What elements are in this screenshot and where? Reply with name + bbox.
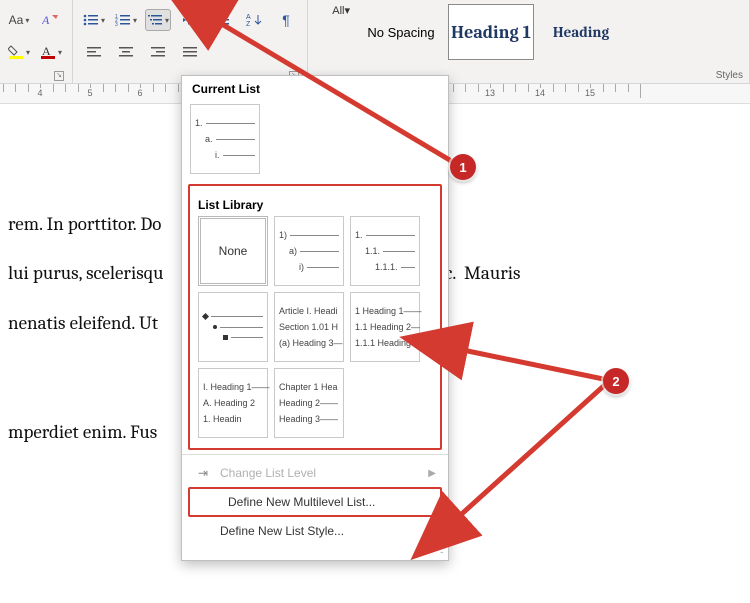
list-library-section: List Library None1)a)i)1.1.1.1.1.1.Artic… [188,184,442,450]
svg-text:A: A [42,13,50,27]
chevron-down-icon: ▾ [25,16,29,25]
multilevel-list-icon [147,13,163,27]
increase-indent-button[interactable] [209,9,235,31]
change-list-level-item: ⇥ Change List Level ▶ [182,459,448,487]
paragraph-group: ▾ 123▾ ▾ AZ ¶ [73,0,308,83]
list-library-thumb-1[interactable]: 1)a)i) [274,216,344,286]
change-case-label: Aa [9,13,24,27]
list-library-thumb-7[interactable]: Chapter 1 HeaHeading 2——Heading 3—— [274,368,344,438]
list-library-thumb-5[interactable]: 1 Heading 1——1.1 Heading 2—1.1.1 Heading [350,292,420,362]
show-marks-button[interactable]: ¶ [273,9,299,31]
chevron-down-icon: ▾ [133,16,137,25]
increase-indent-icon [214,13,230,27]
chevron-down-icon: ▾ [58,48,62,57]
font-color-icon: A [40,44,56,60]
list-library-thumb-2[interactable]: 1.1.1.1.1.1. [350,216,420,286]
numbering-button[interactable]: 123▾ [113,9,139,31]
sort-button[interactable]: AZ [241,9,267,31]
ruler-number: 13 [483,88,497,98]
font-color-button[interactable]: A▾ [38,41,64,63]
list-library-label: List Library [198,192,432,216]
align-justify-icon [183,46,197,58]
align-right-button[interactable] [145,41,171,63]
style-tile-heading-1[interactable]: Heading 1 [448,4,534,60]
ruler-number: 14 [533,88,547,98]
define-style-label: Define New List Style... [220,524,344,538]
decrease-indent-icon [182,13,198,27]
highlight-color-button[interactable]: ▾ [6,41,32,63]
highlight-icon [8,44,24,60]
svg-text:3: 3 [115,22,118,27]
list-library-thumb-6[interactable]: I. Heading 1——A. Heading 21. Headin [198,368,268,438]
bullets-button[interactable]: ▾ [81,9,107,31]
decrease-indent-button[interactable] [177,9,203,31]
svg-text:A: A [42,44,51,58]
clear-formatting-icon: A [42,12,60,28]
pilcrow-icon: ¶ [282,12,290,28]
align-center-icon [119,46,133,58]
align-left-button[interactable] [81,41,107,63]
align-right-icon [151,46,165,58]
styles-gallery: No SpacingHeading 1Heading [358,4,624,60]
align-justify-button[interactable] [177,41,203,63]
font-group: Aa▾ A ▾ A▾ ↘ [0,0,73,83]
indent-icon: ⇥ [194,466,212,480]
list-library-thumb-0[interactable]: None [198,216,268,286]
numbering-icon: 123 [115,13,131,27]
chevron-down-icon: ▾ [26,48,30,57]
ruler-number: 6 [135,88,144,98]
define-new-multilevel-list-item[interactable]: Define New Multilevel List... [188,487,442,517]
styles-group: All▾ No SpacingHeading 1Heading Styles [308,0,750,83]
sort-icon: AZ [246,13,262,27]
change-list-level-label: Change List Level [220,466,316,480]
list-library-grid: None1)a)i)1.1.1.1.1.1.Article I. HeadiSe… [198,216,432,438]
resize-grip-icon[interactable]: ..: [182,545,448,560]
ruler-number: 4 [35,88,44,98]
ruler-number: 5 [85,88,94,98]
clear-formatting-button[interactable]: A [38,9,64,31]
ribbon: Aa▾ A ▾ A▾ ↘ ▾ 123▾ ▾ [0,0,750,84]
bullets-icon [83,13,99,27]
define-new-list-style-item[interactable]: Define New List Style... [182,517,448,545]
style-tile-no-spacing[interactable]: No Spacing [358,4,444,60]
current-list-label: Current List [182,76,448,100]
styles-all-button[interactable]: All▾ [314,4,354,24]
chevron-right-icon: ▶ [428,468,436,479]
chevron-down-icon: ▾ [101,16,105,25]
list-library-thumb-4[interactable]: Article I. HeadiSection 1.01 H(a) Headin… [274,292,344,362]
define-multilevel-label: Define New Multilevel List... [228,495,375,509]
ruler-number: 15 [583,88,597,98]
change-case-button[interactable]: Aa▾ [6,9,32,31]
chevron-down-icon: ▾ [165,16,169,25]
multilevel-list-button[interactable]: ▾ [145,9,171,31]
current-list-thumb[interactable]: 1. a. i. [190,104,260,174]
font-group-launcher-row: ↘ [6,69,64,81]
svg-text:A: A [246,14,251,21]
style-tile-heading[interactable]: Heading [538,4,624,60]
multilevel-list-dropdown: Current List 1. a. i. List Library None1… [181,75,449,561]
dialog-launcher-icon[interactable]: ↘ [54,71,64,81]
align-center-button[interactable] [113,41,139,63]
list-library-thumb-3[interactable] [198,292,268,362]
align-left-icon [87,46,101,58]
svg-text:Z: Z [246,21,251,27]
